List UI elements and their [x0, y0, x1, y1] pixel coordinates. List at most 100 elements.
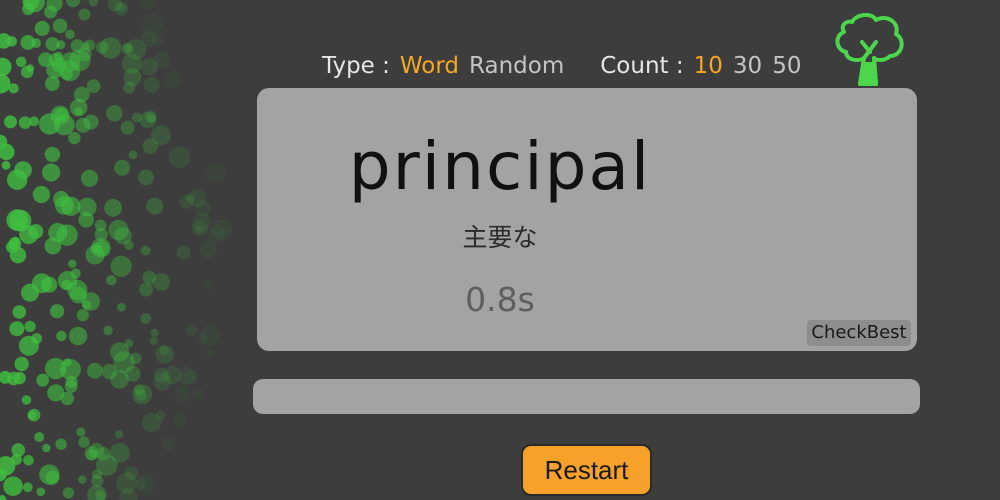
decorative-dot [65, 29, 75, 40]
decorative-dot [78, 475, 87, 484]
decorative-dot [140, 58, 158, 76]
decorative-dot [65, 375, 78, 388]
decorative-dot [23, 455, 34, 466]
type-option-random[interactable]: Random [469, 53, 564, 79]
type-label: Type : [322, 53, 390, 79]
word-meaning: 主要な [462, 223, 538, 252]
decorative-dot [124, 339, 134, 348]
check-best-button[interactable]: CheckBest [807, 320, 911, 346]
decorative-dot [36, 373, 50, 387]
decorative-dot [6, 36, 17, 47]
decorative-dot [34, 20, 50, 36]
decorative-dot [18, 335, 39, 356]
decorative-dot [139, 0, 157, 11]
tree-icon[interactable] [832, 12, 908, 88]
decorative-dot [95, 490, 106, 500]
decorative-dot [42, 443, 51, 453]
decorative-dot [185, 324, 197, 336]
decorative-dot [99, 37, 122, 59]
decorative-dot [68, 259, 77, 268]
decorative-dot [22, 482, 33, 493]
decorative-dot [24, 320, 36, 332]
decorative-dot [165, 71, 182, 88]
decorative-dot [14, 356, 29, 372]
decorative-dot [95, 454, 118, 476]
decorative-dot [39, 464, 60, 485]
decorative-dot [65, 0, 81, 8]
decorative-dot [3, 476, 23, 497]
decorative-dot [106, 105, 123, 122]
decorative-dot [47, 384, 65, 402]
decorative-dot [149, 336, 158, 345]
decorative-dot [4, 115, 17, 129]
decorative-dot [78, 436, 90, 448]
typing-input[interactable] [253, 379, 920, 414]
decorative-dot [0, 73, 11, 94]
decorative-dot [174, 385, 191, 402]
decorative-dot [56, 40, 66, 50]
decorative-dot [0, 57, 12, 77]
decorative-dot [87, 362, 103, 379]
decorative-dot [76, 427, 86, 437]
restart-button[interactable]: Restart [521, 444, 652, 496]
decorative-dot [86, 79, 101, 93]
decorative-dot [88, 0, 99, 7]
decorative-dot [63, 358, 72, 367]
decorative-dot [125, 39, 147, 60]
count-option-30[interactable]: 30 [733, 53, 762, 79]
app-screen: Type : Word Random Count : 10 30 50 prin… [0, 0, 1000, 500]
decorative-dot [9, 321, 25, 337]
decorative-dot [27, 408, 41, 422]
decorative-dot [46, 61, 64, 79]
decorative-dot [132, 384, 153, 405]
decorative-dot [52, 18, 68, 34]
decorative-dot [56, 330, 67, 342]
decorative-dot [155, 345, 174, 364]
decorative-dot [139, 111, 157, 129]
decorative-dot [141, 413, 162, 433]
decorative-dot [29, 116, 40, 127]
decorative-dot [81, 42, 90, 51]
decorative-dot [193, 388, 203, 399]
decorative-dot [8, 83, 19, 94]
decorative-dot [36, 487, 46, 497]
decorative-dot [68, 326, 88, 346]
count-option-10[interactable]: 10 [694, 53, 723, 79]
decorative-dot [20, 65, 34, 79]
decorative-dot [177, 366, 196, 385]
decorative-dot [74, 107, 83, 116]
decorative-dot [141, 14, 164, 36]
type-option-word[interactable]: Word [400, 53, 459, 79]
decorative-dot [13, 371, 26, 385]
count-label: Count : [600, 53, 684, 79]
decorative-dot [161, 436, 176, 451]
count-option-50[interactable]: 50 [772, 53, 801, 79]
decorative-dot [62, 487, 75, 499]
decorative-dot [135, 478, 147, 490]
decorative-dot [153, 372, 172, 391]
decorative-dot [110, 369, 129, 389]
decorative-dot [55, 438, 67, 450]
decorative-dot [31, 38, 41, 48]
decorative-dot [143, 77, 160, 93]
decorative-dot [205, 348, 214, 357]
settings-bar: Type : Word Random Count : 10 30 50 [322, 50, 811, 82]
decorative-dot [151, 34, 163, 46]
decorative-dot [45, 76, 60, 92]
decorative-dot [115, 430, 124, 439]
decorative-dot [117, 3, 127, 12]
decorative-dot [34, 432, 45, 442]
decorative-dot [21, 395, 32, 405]
decorative-dot [110, 255, 132, 277]
decorative-dot [197, 333, 208, 344]
decorative-dot [0, 495, 7, 500]
decorative-dot [103, 325, 113, 336]
target-word: principal [348, 128, 652, 205]
decorative-dot [150, 328, 159, 337]
decorative-dot [173, 413, 187, 428]
decorative-dot [123, 81, 136, 94]
decorative-dot [78, 8, 91, 21]
decorative-dot [15, 56, 27, 68]
decorative-dot [116, 472, 138, 494]
elapsed-time: 0.8s [465, 280, 535, 319]
